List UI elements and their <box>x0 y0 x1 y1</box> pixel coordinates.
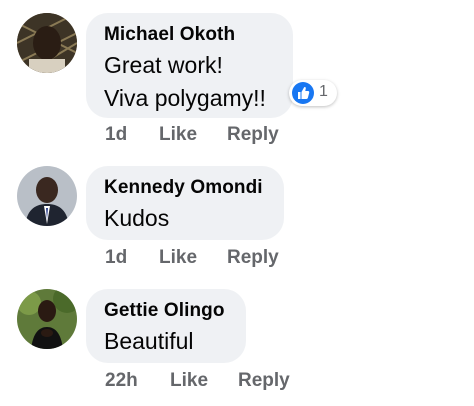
reply-button[interactable]: Reply <box>227 124 279 146</box>
avatar[interactable] <box>17 13 77 73</box>
comment-text: Viva polygamy!! <box>104 85 266 111</box>
comment-bubble: Gettie Olingo Beautiful <box>86 289 246 363</box>
like-button[interactable]: Like <box>159 247 197 269</box>
comment-timestamp[interactable]: 1d <box>105 124 127 146</box>
avatar[interactable] <box>17 166 77 226</box>
avatar[interactable] <box>17 289 77 349</box>
like-button[interactable]: Like <box>170 370 208 392</box>
comment-text: Great work! <box>104 52 223 78</box>
comment-text: Kudos <box>104 205 170 231</box>
comment-author[interactable]: Kennedy Omondi <box>104 177 263 199</box>
reply-button[interactable]: Reply <box>227 247 279 269</box>
comment-timestamp[interactable]: 1d <box>105 247 127 269</box>
comment-text: Beautiful <box>104 328 194 354</box>
reaction-count: 1 <box>319 83 328 100</box>
reply-button[interactable]: Reply <box>238 370 290 392</box>
reaction-summary[interactable]: 1 <box>289 80 337 106</box>
comment-bubble: Kennedy Omondi Kudos <box>86 166 284 240</box>
comment-bubble: Michael Okoth Great work! Viva polygamy!… <box>86 13 293 118</box>
thumbs-up-icon <box>292 82 314 104</box>
like-button[interactable]: Like <box>159 124 197 146</box>
comment-author[interactable]: Michael Okoth <box>104 24 235 46</box>
comment-timestamp[interactable]: 22h <box>105 370 138 392</box>
comment-author[interactable]: Gettie Olingo <box>104 300 225 322</box>
